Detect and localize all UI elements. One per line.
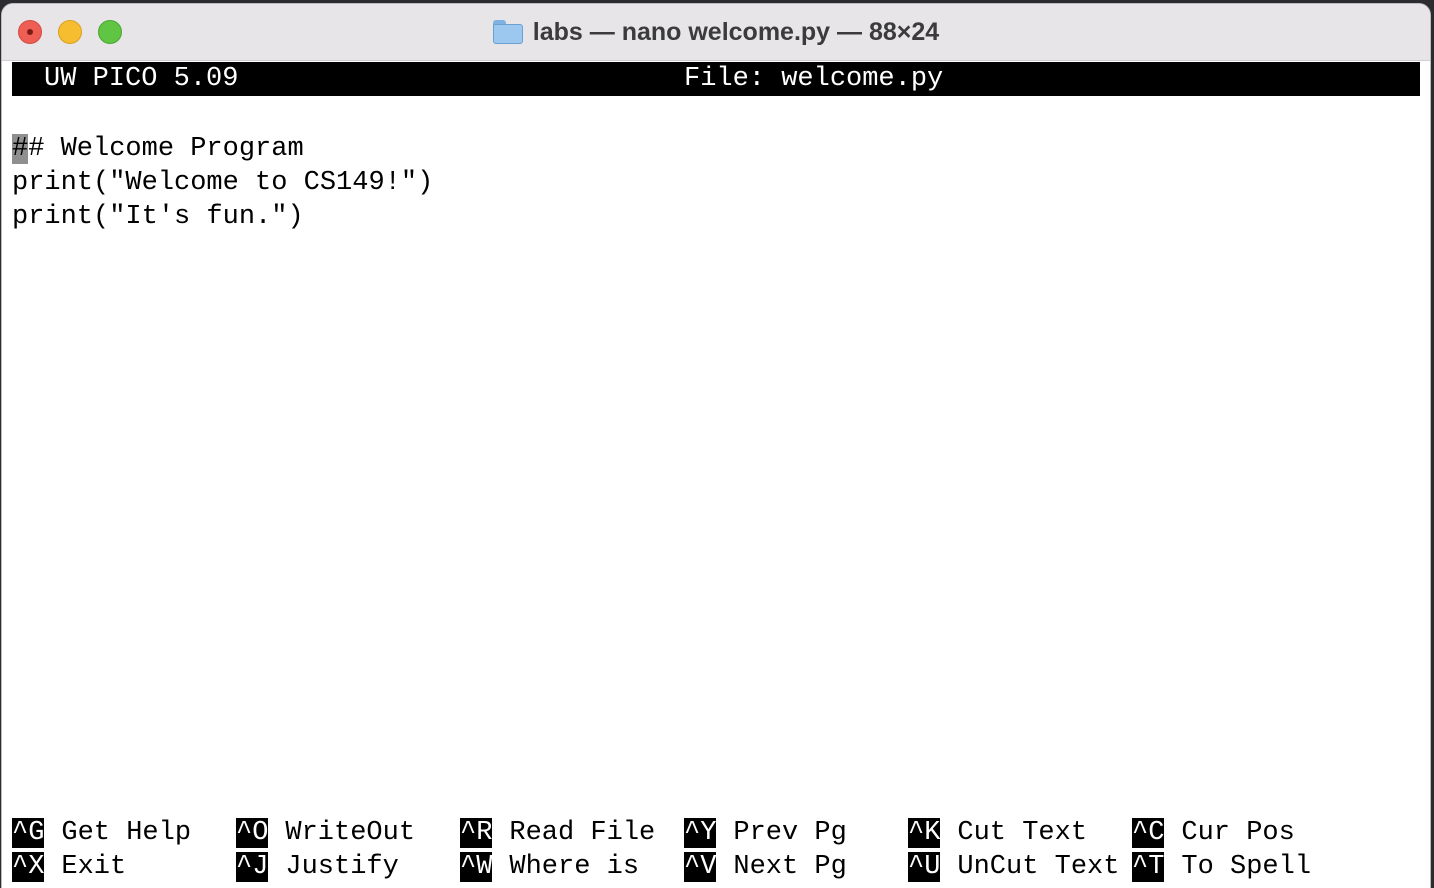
shortcut-label: To Spell — [1181, 852, 1312, 882]
shortcut-key: ^G — [12, 818, 45, 848]
shortcut-key: ^K — [908, 818, 941, 848]
shortcut-key: ^X — [12, 852, 45, 882]
shortcut-key: ^J — [236, 852, 269, 882]
file-name: File: welcome.py — [684, 64, 944, 94]
shortcut-next-pg[interactable]: ^V Next Pg — [684, 850, 847, 884]
shortcut-label: Justify — [285, 852, 399, 882]
code-line[interactable]: print("It's fun.") — [12, 200, 1420, 234]
shortcut-where-is[interactable]: ^W Where is — [460, 850, 639, 884]
shortcut-label: UnCut Text — [957, 852, 1120, 882]
code-line[interactable]: ## Welcome Program — [12, 132, 1420, 166]
window-title-area: labs — nano welcome.py — 88×24 — [2, 16, 1430, 48]
shortcut-key: ^R — [460, 818, 493, 848]
shortcut-key: ^T — [1132, 852, 1165, 882]
shortcut-cut-text[interactable]: ^K Cut Text — [908, 816, 1087, 850]
shortcut-label: Read File — [509, 818, 656, 848]
editor-area[interactable]: ## Welcome Program print("Welcome to CS1… — [12, 132, 1420, 234]
shortcut-exit[interactable]: ^X Exit — [12, 850, 126, 884]
shortcut-justify[interactable]: ^J Justify — [236, 850, 399, 884]
shortcut-label: Next Pg — [733, 852, 847, 882]
shortcut-bar: ^G Get Help ^O WriteOut ^R Read File ^Y Prev… — [12, 816, 1420, 884]
folder-icon — [492, 20, 523, 44]
shortcut-uncut-text[interactable]: ^U UnCut Text — [908, 850, 1119, 884]
text-cursor: # — [12, 134, 29, 164]
shortcut-prev-pg[interactable]: ^Y Prev Pg — [684, 816, 847, 850]
shortcut-key: ^O — [236, 818, 269, 848]
terminal-window: labs — nano welcome.py — 88×24 UW PICO 5… — [2, 4, 1430, 888]
shortcut-label: Where is — [509, 852, 640, 882]
shortcut-key: ^C — [1132, 818, 1165, 848]
shortcut-key: ^U — [908, 852, 941, 882]
title-bar[interactable]: labs — nano welcome.py — 88×24 — [2, 4, 1430, 61]
shortcut-key: ^V — [684, 852, 717, 882]
window-title: labs — nano welcome.py — 88×24 — [532, 18, 940, 46]
shortcut-label: Cut Text — [957, 818, 1088, 848]
shortcut-to-spell[interactable]: ^T To Spell — [1132, 850, 1311, 884]
editor-version: UW PICO 5.09 — [44, 64, 239, 94]
shortcut-cur-pos[interactable]: ^C Cur Pos — [1132, 816, 1295, 850]
terminal-content[interactable]: UW PICO 5.09 File: welcome.py ## Welcome… — [12, 62, 1420, 888]
shortcut-key: ^W — [460, 852, 493, 882]
code-line-text: # Welcome Program — [28, 134, 304, 164]
shortcut-label: Get Help — [61, 818, 192, 848]
shortcut-label: Exit — [61, 852, 127, 882]
shortcut-get-help[interactable]: ^G Get Help — [12, 816, 191, 850]
shortcut-read-file[interactable]: ^R Read File — [460, 816, 655, 850]
shortcut-label: WriteOut — [285, 818, 416, 848]
pico-header-bar: UW PICO 5.09 File: welcome.py — [12, 62, 1420, 96]
shortcut-label: Prev Pg — [733, 818, 847, 848]
shortcut-label: Cur Pos — [1181, 818, 1295, 848]
code-line[interactable]: print("Welcome to CS149!") — [12, 166, 1420, 200]
shortcut-key: ^Y — [684, 818, 717, 848]
shortcut-writeout[interactable]: ^O WriteOut — [236, 816, 415, 850]
